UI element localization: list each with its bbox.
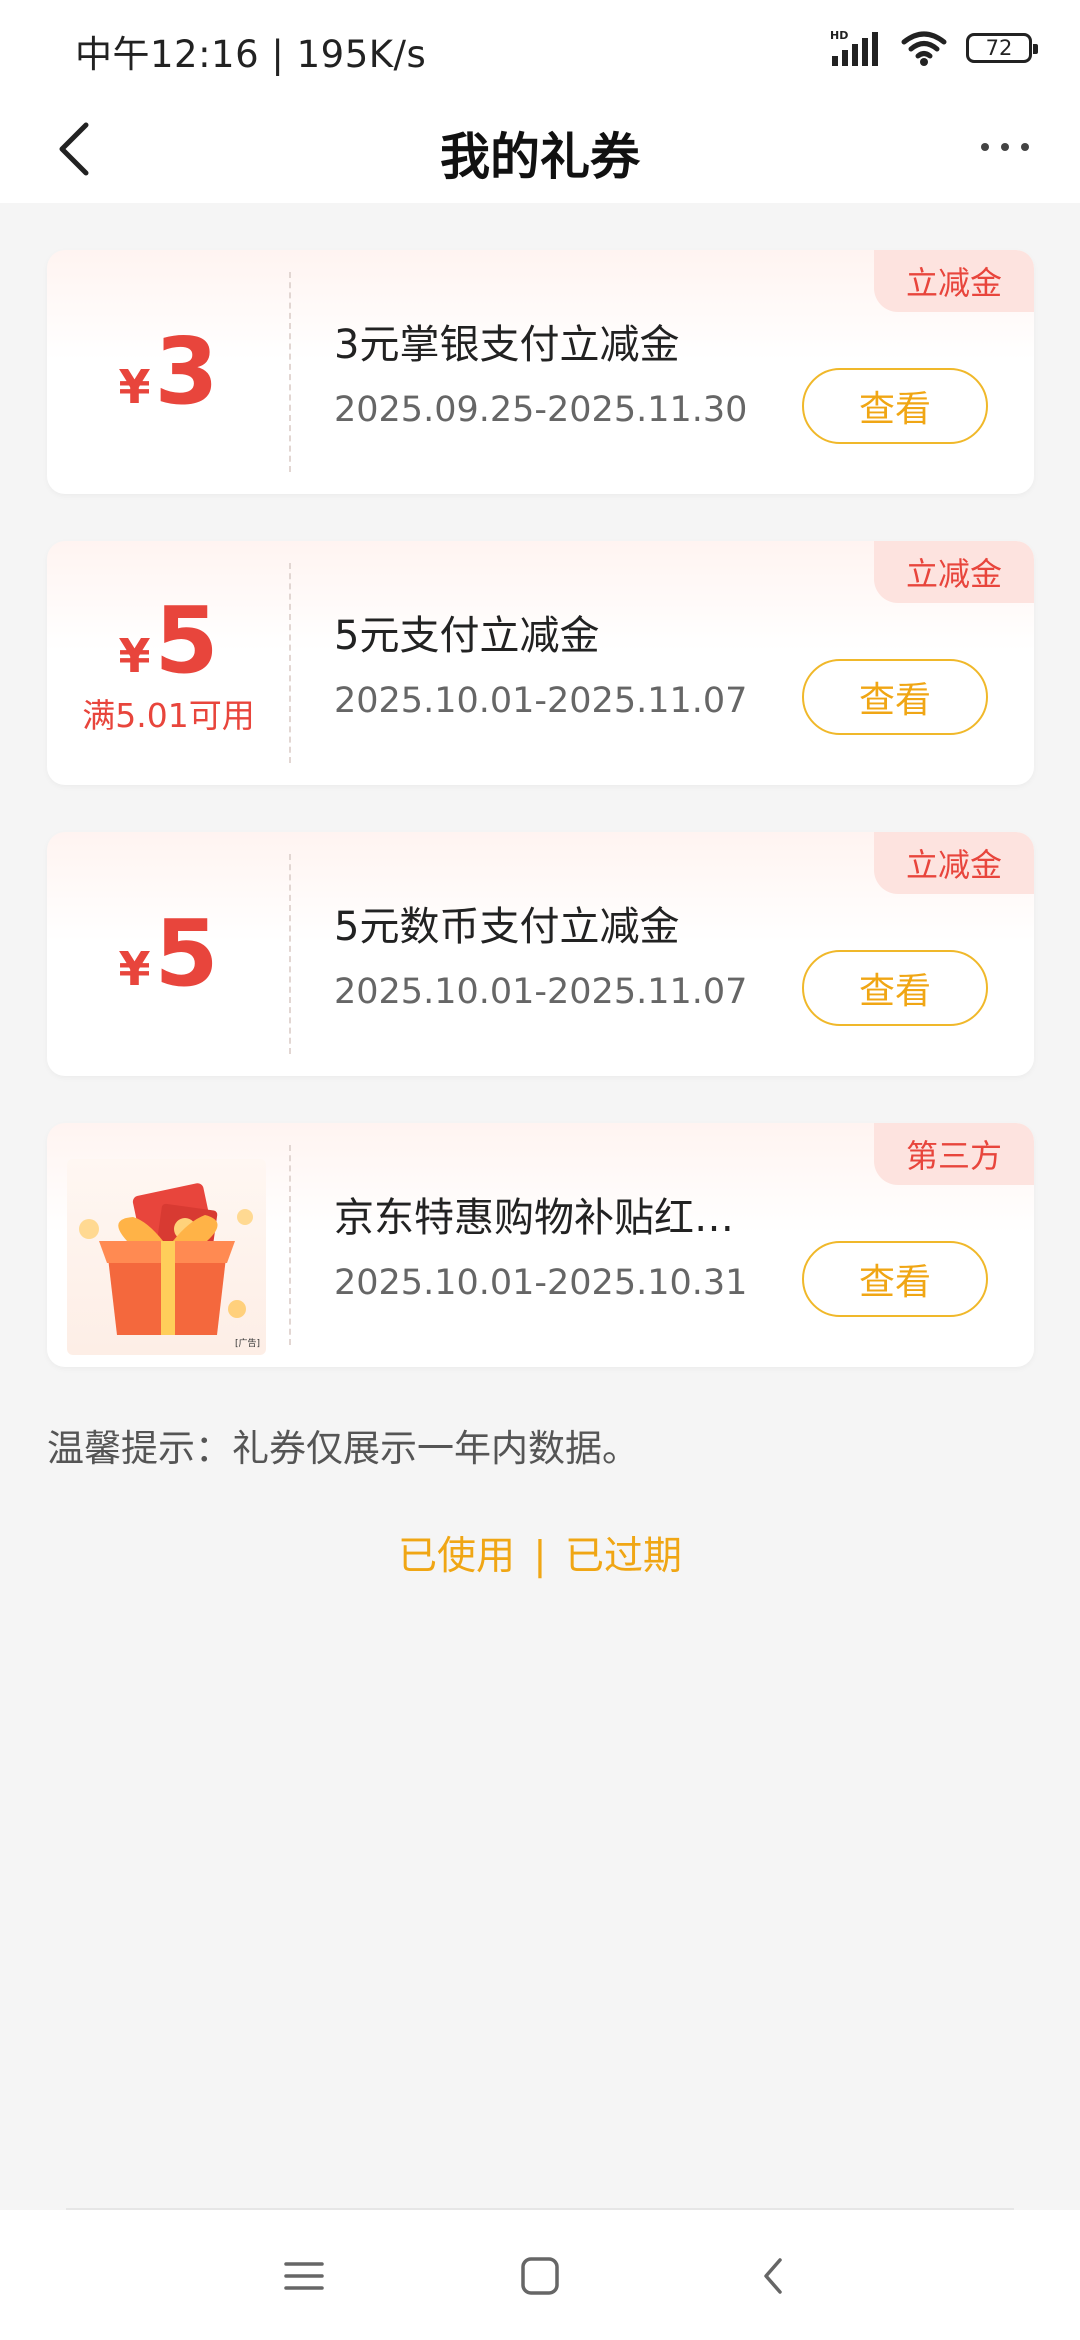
currency-symbol: ¥: [118, 629, 151, 683]
coupon-date-range: 2025.10.01-2025.10.31: [334, 1263, 748, 1303]
used-link[interactable]: 已使用: [398, 1534, 515, 1579]
coupon-date-range: 2025.10.01-2025.11.07: [334, 681, 748, 721]
view-button[interactable]: 查看: [802, 659, 988, 735]
amount-value: 3: [154, 318, 219, 425]
coupon-title: 京东特惠购物补贴红…: [334, 1195, 734, 1241]
coupon-amount: ¥ 5: [118, 595, 218, 687]
dashed-divider: [289, 272, 291, 472]
coupon-amount-panel: ¥ 5: [47, 832, 290, 1076]
coupon-amount: ¥ 3: [118, 326, 218, 418]
wifi-icon: [901, 31, 947, 66]
amount-value: 5: [154, 900, 219, 1007]
coupon-type-badge: 立减金: [873, 250, 1034, 312]
system-back-button[interactable]: [744, 2246, 804, 2306]
coupon-date-range: 2025.10.01-2025.11.07: [334, 972, 748, 1012]
home-square-icon: [521, 2257, 559, 2295]
status-time: 中午12:16 | 195K/s: [75, 33, 427, 76]
more-dot: [981, 143, 989, 151]
menu-lines-icon: [284, 2262, 324, 2290]
coupon-card[interactable]: ¥ 5 立减金 5元数币支付立减金 2025.10.01-2025.11.07 …: [47, 832, 1034, 1076]
coupon-type-badge: 立减金: [873, 832, 1034, 894]
signal-icon: HD: [830, 29, 878, 66]
expired-link[interactable]: 已过期: [565, 1534, 682, 1579]
coupon-type-badge: 立减金: [873, 541, 1034, 603]
currency-symbol: ¥: [118, 360, 151, 414]
currency-symbol: ¥: [118, 942, 151, 996]
more-dot: [1001, 143, 1009, 151]
coupon-condition: 满5.01可用: [82, 696, 255, 735]
coupon-amount-panel: ¥ 5 满5.01可用: [47, 541, 290, 785]
system-nav-bar: [0, 2210, 1080, 2340]
dashed-divider: [289, 563, 291, 763]
dashed-divider: [289, 1145, 291, 1345]
coupon-title: 5元数币支付立减金: [334, 904, 680, 950]
gift-box-image: [广告]: [67, 1159, 266, 1355]
coupon-type-badge: 第三方: [873, 1123, 1034, 1185]
link-separator: |: [533, 1534, 547, 1579]
coupon-title: 3元掌银支付立减金: [334, 322, 680, 368]
tip-text: 温馨提示：礼券仅展示一年内数据。: [47, 1427, 639, 1470]
coupon-card[interactable]: ¥ 5 满5.01可用 立减金 5元支付立减金 2025.10.01-2025.…: [47, 541, 1034, 785]
more-button[interactable]: [960, 117, 1050, 177]
history-links: 已使用 | 已过期: [0, 1525, 1080, 1581]
coupon-card[interactable]: [广告] 第三方 京东特惠购物补贴红… 2025.10.01-2025.10.3…: [47, 1123, 1034, 1367]
hd-label: HD: [830, 29, 848, 42]
coupon-title: 5元支付立减金: [334, 613, 600, 659]
gift-box-icon: [79, 1183, 253, 1335]
status-icons: HD 72: [830, 26, 1038, 70]
page-title: 我的礼券: [440, 128, 640, 186]
coupon-amount: ¥ 5: [118, 908, 218, 1000]
ad-mark: [广告]: [234, 1339, 260, 1349]
coupon-amount-panel: ¥ 3: [47, 250, 290, 494]
view-button[interactable]: 查看: [802, 950, 988, 1026]
back-arrow-icon: [764, 2258, 782, 2294]
status-bar: 中午12:16 | 195K/s HD 72: [0, 0, 1080, 95]
view-button[interactable]: 查看: [802, 368, 988, 444]
battery-level: 72: [985, 36, 1013, 60]
menu-button[interactable]: [274, 2246, 334, 2306]
amount-value: 5: [154, 587, 219, 694]
view-button[interactable]: 查看: [802, 1241, 988, 1317]
coupon-date-range: 2025.09.25-2025.11.30: [334, 390, 748, 430]
dashed-divider: [289, 854, 291, 1054]
header: 我的礼券: [0, 95, 1080, 203]
coupon-card[interactable]: ¥ 3 立减金 3元掌银支付立减金 2025.09.25-2025.11.30 …: [47, 250, 1034, 494]
battery-icon: 72: [966, 33, 1038, 63]
more-dot: [1021, 143, 1029, 151]
home-button[interactable]: [510, 2246, 570, 2306]
